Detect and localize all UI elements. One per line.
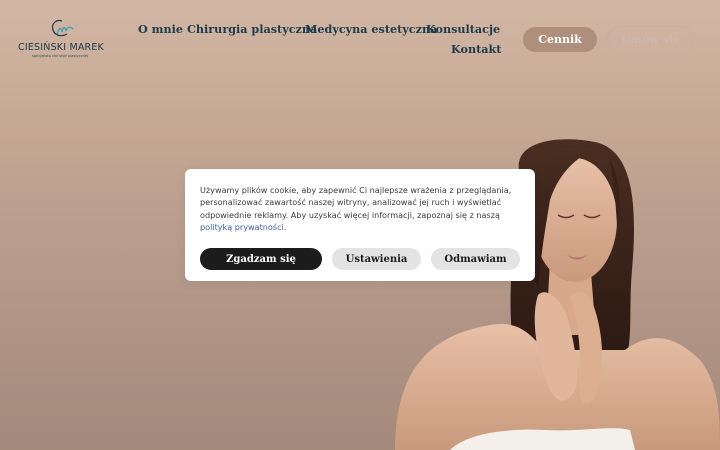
logo-subtitle: specjalista chirurgii plastycznej	[31, 54, 89, 58]
nav-item-kontakt[interactable]: Kontakt	[451, 42, 501, 56]
nav-item-chirurgia-plastyczna[interactable]: Chirurgia plastyczna	[187, 22, 317, 36]
nav-item-medycyna-estetyczna[interactable]: Medycyna estetyczna	[305, 22, 437, 36]
accept-cookies-button[interactable]: Zgadzam się	[200, 248, 322, 270]
nav-item-konsultacje[interactable]: Konsultacje	[426, 22, 500, 36]
cookie-consent-text: Używamy plików cookie, aby zapewnić Ci n…	[200, 184, 522, 234]
logo-monogram-icon	[51, 19, 74, 37]
cookie-text-body: Używamy plików cookie, aby zapewnić Ci n…	[200, 185, 512, 220]
reject-cookies-button[interactable]: Odmawiam	[431, 248, 520, 270]
umow-sie-button[interactable]: Umów się	[607, 26, 694, 53]
cookie-settings-button[interactable]: Ustawienia	[332, 248, 421, 270]
site-logo[interactable]: CIESIŃSKI MAREK specjalista chirurgii pl…	[18, 18, 104, 62]
logo-name: CIESIŃSKI MAREK	[18, 42, 104, 53]
cookie-text-end: .	[283, 222, 287, 233]
privacy-policy-link[interactable]: polityką prywatności	[200, 222, 284, 232]
site-header: CIESIŃSKI MAREK specjalista chirurgii pl…	[0, 0, 720, 80]
cookie-consent-dialog: Używamy plików cookie, aby zapewnić Ci n…	[185, 169, 535, 281]
nav-item-o-mnie[interactable]: O mnie	[138, 22, 183, 36]
cennik-button[interactable]: Cennik	[523, 27, 597, 52]
